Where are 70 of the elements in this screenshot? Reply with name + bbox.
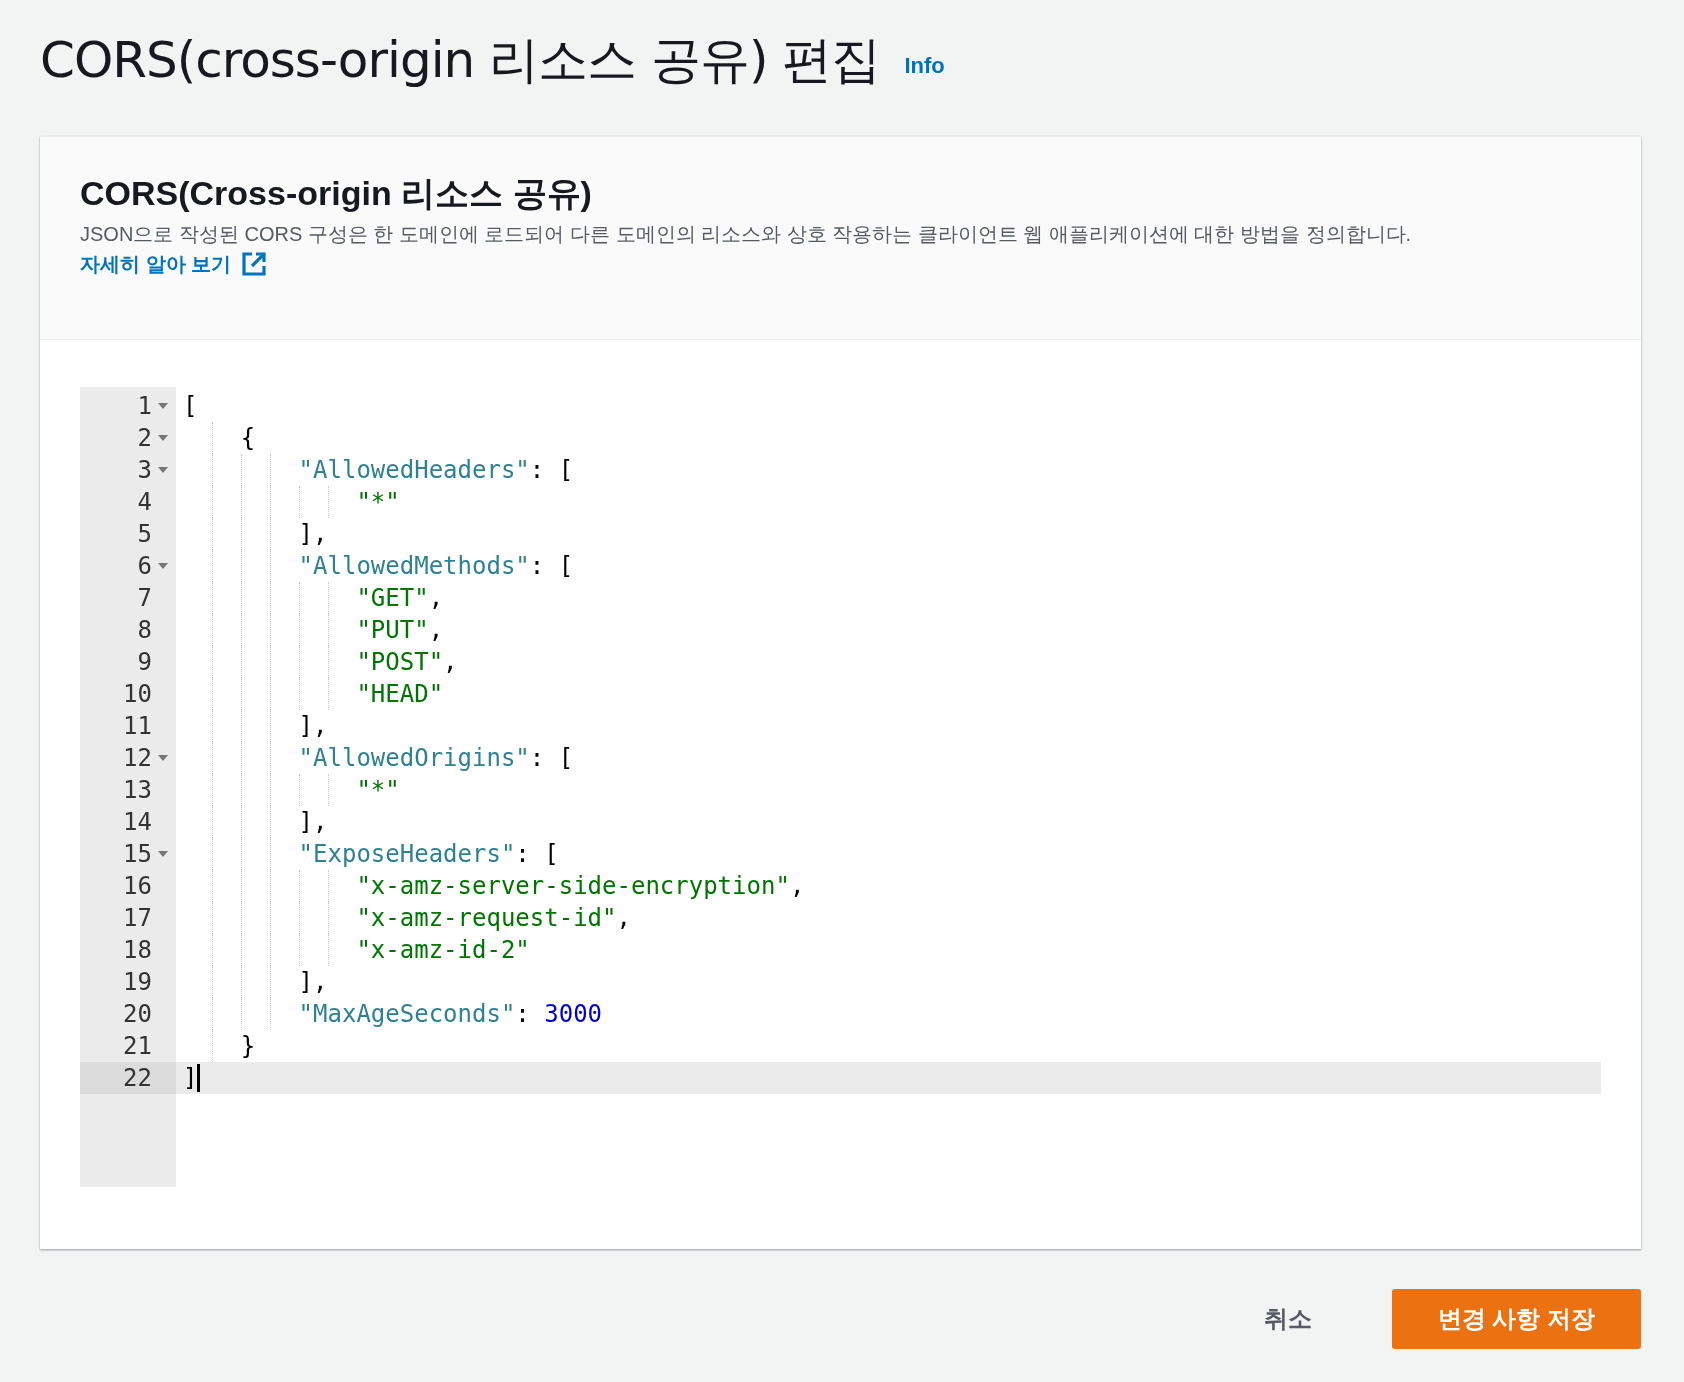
- fold-arrow-icon[interactable]: [158, 563, 168, 569]
- json-string: "*": [356, 775, 400, 806]
- external-link-icon: [241, 251, 268, 277]
- code-punctuation: }: [240, 1031, 256, 1062]
- code-punctuation: ,: [616, 903, 631, 934]
- json-key: "AllowedOrigins": [298, 740, 530, 776]
- line-number: 5: [137, 519, 152, 550]
- json-key: "AllowedMethods": [298, 548, 530, 584]
- code-punctuation: [: [183, 391, 198, 422]
- line-number: 11: [123, 711, 152, 742]
- fold-arrow-icon[interactable]: [158, 755, 168, 761]
- fold-arrow-icon[interactable]: [158, 467, 168, 473]
- code-punctuation: : [: [529, 455, 574, 486]
- line-number: 19: [123, 967, 152, 998]
- line-number: 13: [123, 775, 152, 806]
- code-punctuation: ,: [789, 871, 805, 902]
- code-punctuation: ,: [428, 615, 444, 646]
- line-number: 8: [137, 615, 152, 646]
- code-punctuation: :: [515, 999, 531, 1030]
- json-string: "GET": [356, 583, 429, 614]
- code-punctuation: ],: [298, 711, 328, 742]
- code-punctuation: ]: [183, 1063, 198, 1094]
- json-key: "MaxAgeSeconds": [298, 996, 516, 1032]
- line-number: 17: [123, 903, 152, 934]
- line-number: 9: [137, 647, 152, 678]
- line-number: 20: [123, 999, 152, 1030]
- line-number: 12: [123, 743, 152, 774]
- code-punctuation: : [: [515, 839, 559, 870]
- line-number: 16: [123, 871, 152, 902]
- json-string: "POST": [356, 647, 444, 678]
- code-punctuation: : [: [529, 743, 574, 774]
- fold-arrow-icon[interactable]: [158, 851, 168, 857]
- panel-title: CORS(Cross-origin 리소스 공유): [80, 173, 593, 214]
- line-number: 21: [123, 1031, 152, 1062]
- cancel-button[interactable]: 취소: [1244, 1289, 1332, 1349]
- line-number: 2: [137, 423, 152, 454]
- json-string: "PUT": [356, 615, 429, 646]
- fold-arrow-icon[interactable]: [158, 435, 168, 441]
- line-number: 6: [137, 551, 152, 582]
- json-string: "x-amz-request-id": [356, 903, 617, 934]
- code-punctuation: ,: [428, 583, 444, 614]
- line-number: 4: [137, 487, 152, 518]
- learn-more-link[interactable]: 자세히 알아 보기: [80, 249, 268, 279]
- json-string: "HEAD": [356, 679, 444, 710]
- code-punctuation: : [: [529, 551, 574, 582]
- json-string: "*": [356, 487, 400, 518]
- info-link[interactable]: Info: [904, 49, 945, 82]
- json-number: 3000: [544, 999, 603, 1030]
- line-number: 15: [123, 839, 152, 870]
- panel-description: JSON으로 작성된 CORS 구성은 한 도메인에 로드되어 다른 도메인의 리소스와 상호 작용하는 클라이언트 웹 애플리케이션에 대한 방법을 정의합니다. 자세히 알아 보기: [80, 219, 1601, 279]
- code-punctuation: ],: [298, 967, 328, 998]
- json-key: "ExposeHeaders": [298, 836, 516, 872]
- fold-arrow-icon[interactable]: [158, 403, 168, 409]
- page-title: CORS(cross-origin 리소스 공유) 편집: [40, 30, 881, 90]
- line-number: 22: [123, 1063, 152, 1094]
- save-button[interactable]: 변경 사항 저장: [1392, 1289, 1641, 1349]
- line-number: 10: [123, 679, 152, 710]
- json-key: "AllowedHeaders": [298, 452, 530, 488]
- line-number: 3: [137, 455, 152, 486]
- line-number: 1: [137, 391, 152, 422]
- code-punctuation: ],: [298, 807, 328, 838]
- json-string: "x-amz-id-2": [356, 935, 530, 966]
- line-number: 14: [123, 807, 152, 838]
- code-punctuation: {: [240, 423, 256, 454]
- code-punctuation: ],: [298, 519, 328, 550]
- line-number: 18: [123, 935, 152, 966]
- line-number: 7: [137, 583, 152, 614]
- json-string: "x-amz-server-side-encryption": [356, 871, 790, 902]
- code-punctuation: ,: [443, 647, 458, 678]
- text-cursor: [197, 1064, 201, 1092]
